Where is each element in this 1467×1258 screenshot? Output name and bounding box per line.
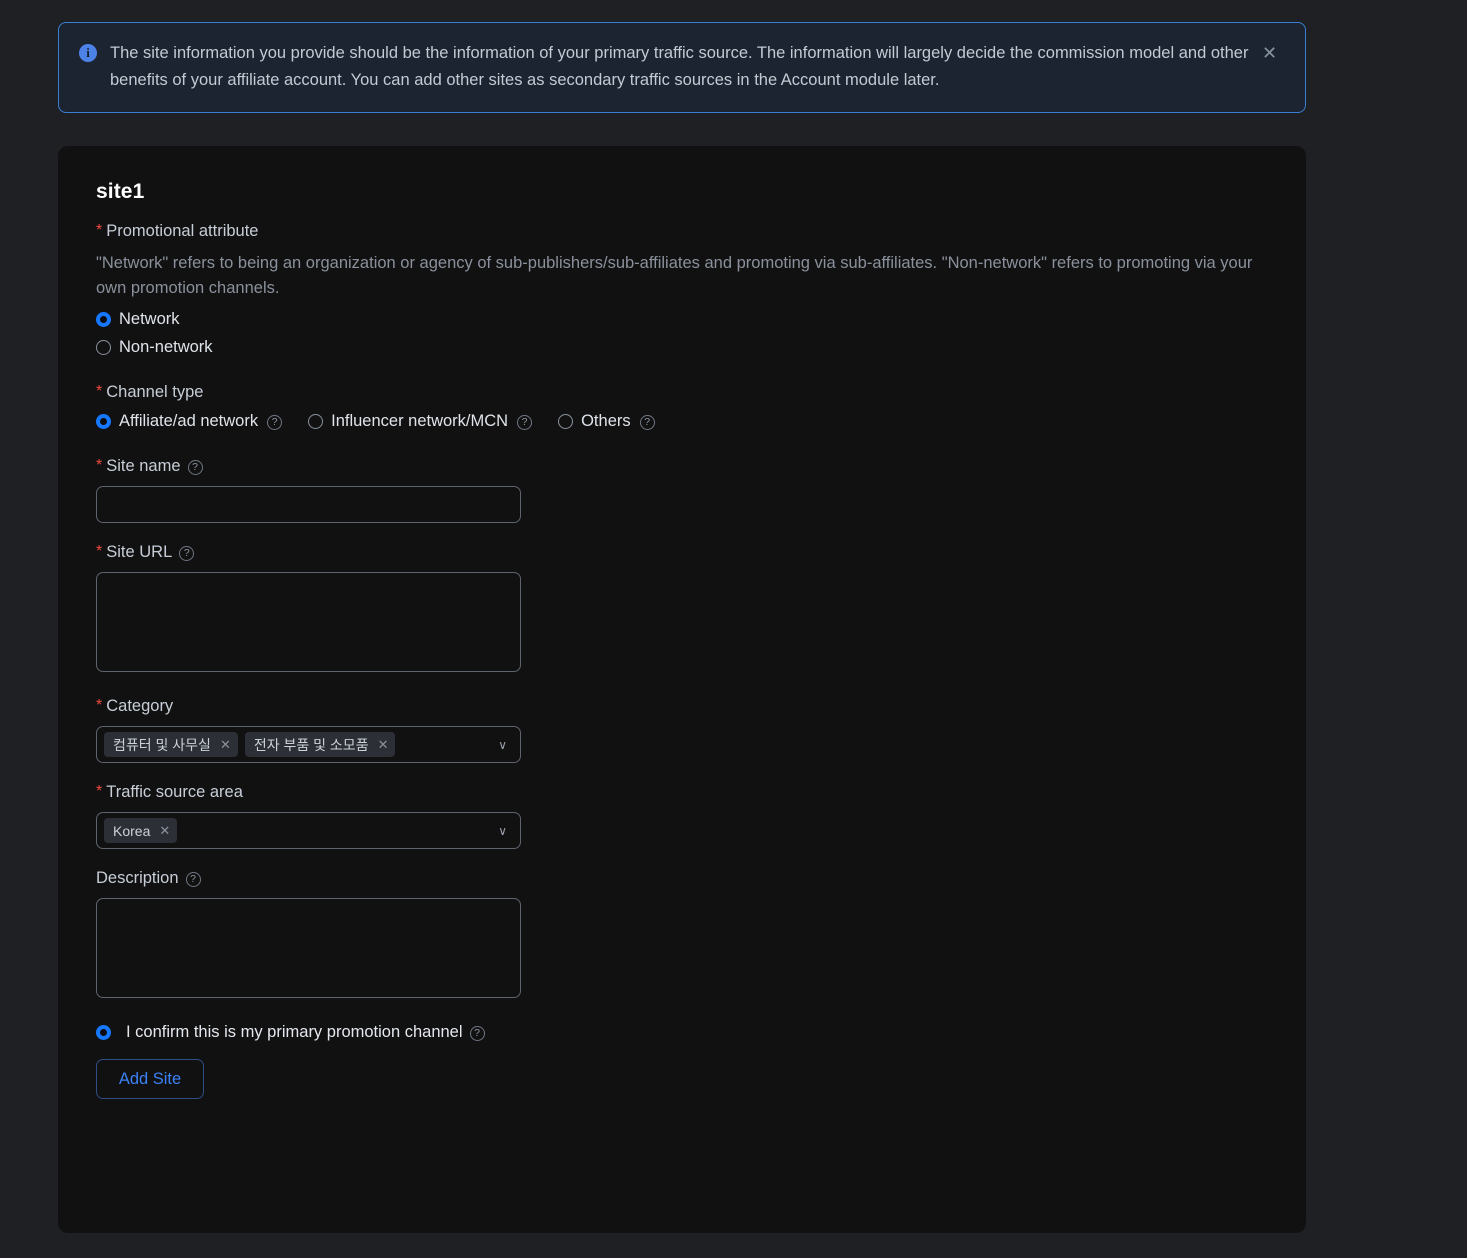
info-icon: i <box>79 44 97 62</box>
info-banner-text: The site information you provide should … <box>110 44 1249 89</box>
radio-icon-network[interactable] <box>96 311 111 327</box>
required-asterisk: * <box>96 222 103 239</box>
radio-option-influencer-network-mcn[interactable]: Influencer network/MCN <box>308 411 508 431</box>
radio-option-network[interactable]: Network <box>96 309 180 329</box>
required-asterisk: * <box>96 783 103 800</box>
required-asterisk: * <box>96 697 103 714</box>
radio-label-network: Network <box>119 310 180 328</box>
help-icon-confirm-primary-channel[interactable]: ? <box>469 1026 485 1041</box>
category-label-text: Category <box>106 697 174 715</box>
chevron-down-icon[interactable]: ∨ <box>498 825 507 837</box>
category-tag-label: 컴퓨터 및 사무실 <box>113 736 211 753</box>
radio-icon-affiliate-ad-network[interactable] <box>96 413 111 429</box>
radio-label-affiliate-ad-network: Affiliate/ad network <box>119 412 259 430</box>
radio-label-influencer-network-mcn: Influencer network/MCN <box>331 412 509 430</box>
site-name-input[interactable] <box>96 486 521 523</box>
site-form-card: site1 * Promotional attribute "Network" … <box>58 146 1306 1233</box>
help-icon-influencer-network-mcn[interactable]: ? <box>517 414 533 430</box>
category-tag: 전자 부품 및 소모품 ✕ <box>244 732 396 757</box>
help-icon-site-name[interactable]: ? <box>187 459 203 475</box>
radio-icon-confirm-primary-channel[interactable] <box>96 1025 111 1040</box>
traffic-source-area-select[interactable]: Korea ✕ ∨ <box>96 812 521 849</box>
site-url-input[interactable] <box>96 572 521 672</box>
help-icon-description[interactable]: ? <box>185 871 201 887</box>
remove-tag-icon[interactable]: ✕ <box>220 738 231 751</box>
radio-icon-influencer-network-mcn[interactable] <box>308 413 324 429</box>
radio-icon-non-network[interactable] <box>96 339 111 355</box>
radio-label-non-network: Non-network <box>119 338 213 356</box>
info-banner: i The site information you provide shoul… <box>58 22 1306 113</box>
help-icon-others[interactable]: ? <box>639 414 655 430</box>
traffic-source-area-label: * Traffic source area <box>96 781 1266 803</box>
site-name-label: * Site name ? <box>96 455 1266 477</box>
chevron-down-icon[interactable]: ∨ <box>498 739 507 751</box>
required-asterisk: * <box>96 457 103 474</box>
radio-option-non-network[interactable]: Non-network <box>96 337 213 357</box>
confirm-primary-channel-row[interactable]: I confirm this is my primary promotion c… <box>96 1023 1266 1042</box>
page-title: site1 <box>96 180 145 203</box>
site-url-label-text: Site URL <box>106 543 173 561</box>
remove-tag-icon[interactable]: ✕ <box>159 824 170 837</box>
confirm-primary-channel-label: I confirm this is my primary promotion c… <box>126 1023 463 1041</box>
required-asterisk: * <box>96 543 103 560</box>
traffic-source-area-label-text: Traffic source area <box>106 783 243 801</box>
radio-label-others: Others <box>581 412 631 430</box>
category-tag-label: 전자 부품 및 소모품 <box>253 736 369 753</box>
radio-icon-others[interactable] <box>558 413 574 429</box>
required-asterisk: * <box>96 383 103 400</box>
add-site-button[interactable]: Add Site <box>96 1059 204 1099</box>
radio-non-network[interactable]: Non-network <box>96 337 1266 357</box>
page-root: i The site information you provide shoul… <box>0 0 1467 1258</box>
close-icon[interactable]: ✕ <box>1262 44 1277 62</box>
site-name-label-text: Site name <box>106 457 181 475</box>
description-input[interactable] <box>96 898 521 998</box>
help-icon-affiliate-ad-network[interactable]: ? <box>267 414 283 430</box>
radio-network[interactable]: Network <box>96 309 1266 329</box>
category-select[interactable]: 컴퓨터 및 사무실 ✕ 전자 부품 및 소모품 ✕ ∨ <box>96 726 521 763</box>
promotional-attribute-label: * Promotional attribute <box>96 220 1266 242</box>
traffic-source-tag-label: Korea <box>113 822 151 839</box>
description-label: Description ? <box>96 867 1266 889</box>
channel-type-options: Affiliate/ad network ? Influencer networ… <box>96 411 1266 431</box>
description-label-text: Description <box>96 869 179 887</box>
channel-type-label-text: Channel type <box>106 383 204 401</box>
traffic-source-tag: Korea ✕ <box>104 818 178 843</box>
promotional-attribute-helper: "Network" refers to being an organizatio… <box>96 254 1253 297</box>
promotional-attribute-label-text: Promotional attribute <box>106 222 259 240</box>
radio-option-others[interactable]: Others <box>558 411 631 431</box>
category-label: * Category <box>96 695 1266 717</box>
site-url-label: * Site URL ? <box>96 541 1266 563</box>
channel-type-label: * Channel type <box>96 381 1266 403</box>
remove-tag-icon[interactable]: ✕ <box>378 738 389 751</box>
help-icon-site-url[interactable]: ? <box>179 545 195 561</box>
radio-option-affiliate-ad-network[interactable]: Affiliate/ad network <box>96 411 258 431</box>
category-tag: 컴퓨터 및 사무실 ✕ <box>104 732 238 757</box>
